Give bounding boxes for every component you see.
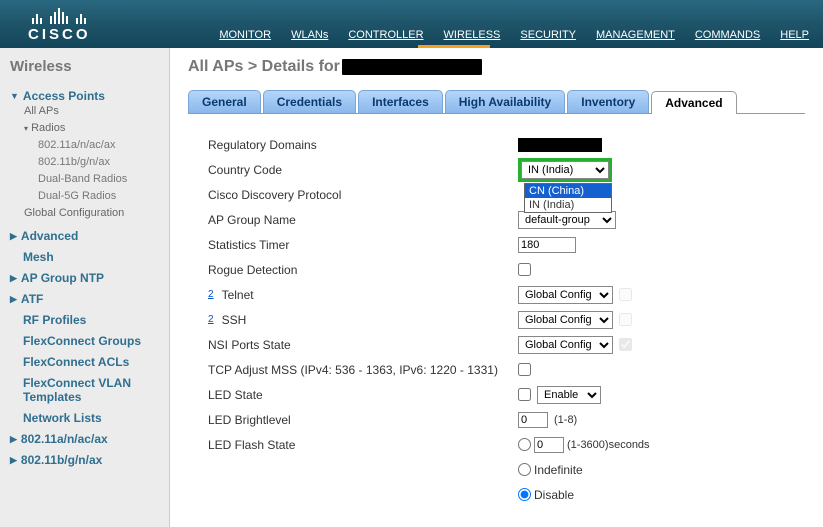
sidebar-ap-group-ntp[interactable]: ▶AP Group NTP — [10, 271, 161, 285]
footnote-link[interactable]: 2 — [208, 314, 214, 325]
tab-interfaces[interactable]: Interfaces — [358, 90, 443, 113]
country-option-in[interactable]: IN (India) — [525, 198, 611, 212]
label-ssh: 2SSH — [208, 313, 518, 327]
nav-commands[interactable]: COMMANDS — [695, 29, 760, 41]
nav-monitor[interactable]: MONITOR — [219, 29, 271, 41]
cisco-logo: CISCO — [28, 8, 91, 43]
cisco-logo-bars — [32, 8, 86, 24]
label-telnet: 2Telnet — [208, 288, 518, 302]
led-flash-disable-radio[interactable] — [518, 488, 531, 501]
sidebar-all-aps[interactable]: All APs — [24, 103, 161, 120]
sidebar-mesh[interactable]: Mesh — [23, 250, 161, 264]
nav-help[interactable]: HELP — [780, 29, 809, 41]
sidebar-network-lists[interactable]: Network Lists — [23, 411, 161, 425]
sidebar-flexconnect-groups[interactable]: FlexConnect Groups — [23, 334, 161, 348]
tab-advanced[interactable]: Advanced — [651, 91, 736, 114]
nav-wireless[interactable]: WIRELESS — [444, 29, 501, 41]
label-led-state: LED State — [208, 388, 518, 402]
label-nsi-ports: NSI Ports State — [208, 338, 518, 352]
tab-credentials[interactable]: Credentials — [263, 90, 356, 113]
sidebar-flexconnect-vlan[interactable]: FlexConnect VLAN Templates — [23, 376, 161, 404]
led-flash-input[interactable] — [534, 437, 564, 453]
led-bright-input[interactable] — [518, 412, 548, 428]
led-state-select[interactable]: Enable — [537, 386, 601, 404]
chevron-right-icon: ▶ — [10, 231, 17, 242]
label-tcp-mss: TCP Adjust MSS (IPv4: 536 - 1363, IPv6: … — [208, 363, 518, 377]
country-option-cn[interactable]: CN (China) — [525, 184, 611, 198]
telnet-select[interactable]: Global Config — [518, 286, 613, 304]
nsi-ports-checkbox — [619, 338, 632, 351]
sidebar-radio-11a[interactable]: 802.11a/n/ac/ax — [38, 137, 161, 154]
telnet-checkbox — [619, 288, 632, 301]
sidebar-80211b[interactable]: ▶802.11b/g/n/ax — [10, 453, 161, 467]
label-led-brightlevel: LED Brightlevel — [208, 413, 518, 427]
sidebar-80211a[interactable]: ▶802.11a/n/ac/ax — [10, 432, 161, 446]
advanced-form: Regulatory Domains Country Code IN (Indi… — [188, 132, 805, 507]
nav-controller[interactable]: CONTROLLER — [348, 29, 423, 41]
nav-management[interactable]: MANAGEMENT — [596, 29, 675, 41]
label-regulatory-domains: Regulatory Domains — [208, 138, 518, 152]
tcp-mss-checkbox[interactable] — [518, 363, 531, 376]
tab-inventory[interactable]: Inventory — [567, 90, 649, 113]
label-rogue-detection: Rogue Detection — [208, 263, 518, 277]
rogue-detection-checkbox[interactable] — [518, 263, 531, 276]
sidebar-title: Wireless — [10, 58, 161, 75]
redacted-reg-domain — [518, 138, 602, 152]
label-ap-group: AP Group Name — [208, 213, 518, 227]
nav-security[interactable]: SECURITY — [520, 29, 576, 41]
sidebar-rf-profiles[interactable]: RF Profiles — [23, 313, 161, 327]
sidebar-access-points[interactable]: ▼Access Points — [10, 89, 161, 103]
top-navigation-bar: CISCO MONITOR WLANs CONTROLLER WIRELESS … — [0, 0, 823, 48]
label-cdp: Cisco Discovery Protocol — [208, 188, 518, 202]
sidebar-global-config[interactable]: Global Configuration — [24, 205, 161, 222]
chevron-right-icon: ▶ — [10, 434, 17, 445]
country-code-select[interactable]: IN (India) — [521, 161, 609, 179]
tab-general[interactable]: General — [188, 90, 261, 113]
chevron-right-icon: ▶ — [10, 273, 17, 284]
chevron-down-icon: ▼ — [10, 91, 19, 101]
chevron-right-icon: ▶ — [10, 294, 17, 305]
led-flash-disable-label: Disable — [534, 488, 574, 502]
ssh-checkbox — [619, 313, 632, 326]
main-content: All APs > Details for General Credential… — [170, 48, 823, 527]
led-state-checkbox[interactable] — [518, 388, 531, 401]
sidebar-atf[interactable]: ▶ATF — [10, 292, 161, 306]
sidebar: Wireless ▼Access Points All APs ▾ Radios… — [0, 48, 170, 527]
tab-bar: General Credentials Interfaces High Avai… — [188, 90, 805, 114]
sidebar-radio-dual5g[interactable]: Dual-5G Radios — [38, 188, 161, 205]
sidebar-flexconnect-acls[interactable]: FlexConnect ACLs — [23, 355, 161, 369]
label-led-flash: LED Flash State — [208, 438, 518, 452]
stats-timer-input[interactable] — [518, 237, 576, 253]
led-flash-indefinite-label: Indefinite — [534, 463, 583, 477]
page-title: All APs > Details for — [188, 58, 805, 76]
led-bright-range: (1-8) — [554, 414, 577, 426]
nav-wlans[interactable]: WLANs — [291, 29, 328, 41]
sidebar-radios[interactable]: ▾ Radios — [24, 120, 161, 137]
nsi-ports-select[interactable]: Global Config — [518, 336, 613, 354]
ssh-select[interactable]: Global Config — [518, 311, 613, 329]
ap-group-select[interactable]: default-group — [518, 211, 616, 229]
sidebar-radio-11b[interactable]: 802.11b/g/n/ax — [38, 154, 161, 171]
led-flash-seconds-radio[interactable] — [518, 438, 531, 451]
footnote-link[interactable]: 2 — [208, 289, 214, 300]
country-code-dropdown: CN (China) IN (India) — [524, 183, 612, 213]
cisco-logo-text: CISCO — [28, 26, 91, 43]
label-country-code: Country Code — [208, 163, 518, 177]
tab-high-availability[interactable]: High Availability — [445, 90, 565, 113]
sidebar-advanced[interactable]: ▶Advanced — [10, 229, 161, 243]
top-nav-links: MONITOR WLANs CONTROLLER WIRELESS SECURI… — [219, 29, 809, 41]
redacted-ap-name — [342, 59, 482, 75]
sidebar-radio-dualband[interactable]: Dual-Band Radios — [38, 171, 161, 188]
led-flash-indefinite-radio[interactable] — [518, 463, 531, 476]
country-code-highlight: IN (India) CN (China) IN (India) — [518, 158, 612, 182]
led-flash-range: (1-3600)seconds — [567, 439, 650, 451]
chevron-right-icon: ▶ — [10, 455, 17, 466]
label-stats-timer: Statistics Timer — [208, 238, 518, 252]
